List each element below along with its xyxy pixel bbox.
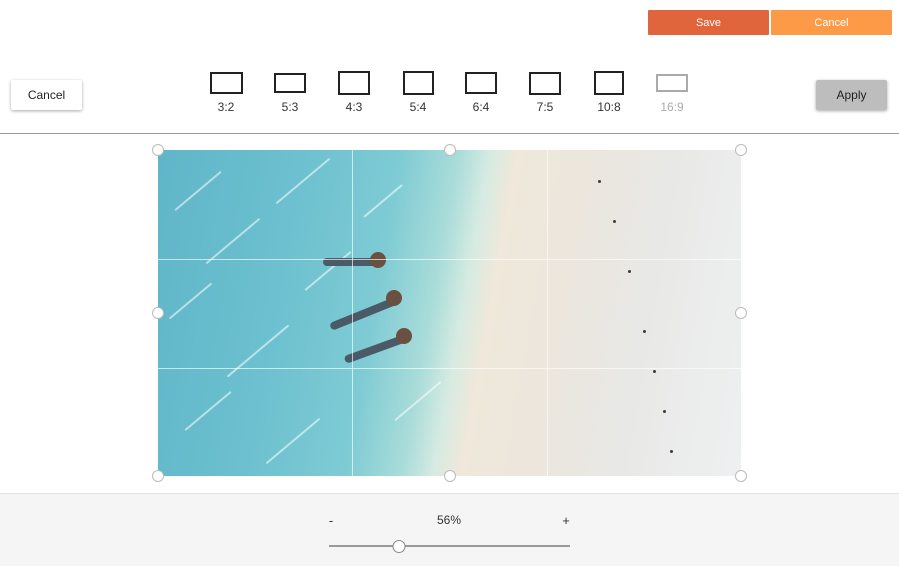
crop-handle-top-right[interactable] (735, 144, 747, 156)
zoom-slider-thumb[interactable] (392, 540, 406, 553)
cancel-crop-button[interactable]: Cancel (11, 80, 82, 110)
ratio-label: 3:2 (217, 100, 235, 114)
cancel-top-button[interactable]: Cancel (771, 10, 892, 35)
save-button[interactable]: Save (648, 10, 769, 35)
ratio-6-4-icon (465, 72, 497, 94)
ratio-label: 5:3 (281, 100, 299, 114)
ratio-option-5-3[interactable]: 5:3 (259, 68, 321, 118)
ratio-7-5-icon (529, 71, 561, 95)
crop-handle-bottom[interactable] (444, 470, 456, 482)
image-crop-editor: Save Cancel Cancel 3:2 5:3 4:3 5:4 6:4 7… (0, 0, 899, 566)
ratio-label: 5:4 (409, 100, 427, 114)
zoom-panel: - 56% + (0, 493, 899, 566)
apply-button[interactable]: Apply (816, 80, 887, 110)
zoom-in-button[interactable]: + (558, 513, 574, 528)
ratio-label: 10:8 (597, 100, 621, 114)
crop-handle-right[interactable] (735, 307, 747, 319)
grid-line-horizontal (158, 368, 741, 369)
ratio-5-4-icon (402, 71, 434, 95)
ratio-4-3-icon (338, 71, 370, 95)
grid-line-vertical (352, 150, 353, 476)
ratio-option-5-4[interactable]: 5:4 (387, 68, 449, 118)
grid-line-vertical (547, 150, 548, 476)
zoom-out-button[interactable]: - (323, 513, 339, 528)
ratio-option-3-2[interactable]: 3:2 (195, 68, 257, 118)
ratio-16-9-icon (656, 74, 688, 92)
ratio-label: 4:3 (345, 100, 363, 114)
ratio-5-3-icon (274, 73, 306, 93)
aspect-ratio-selector: 3:2 5:3 4:3 5:4 6:4 7:5 10:8 16:9 (195, 68, 705, 118)
ratio-option-10-8[interactable]: 10:8 (578, 68, 640, 118)
ratio-10-8-icon (594, 71, 624, 95)
ratio-option-7-5[interactable]: 7:5 (514, 68, 576, 118)
crop-handle-left[interactable] (152, 307, 164, 319)
toolbar-divider (0, 133, 899, 134)
ratio-label: 7:5 (536, 100, 554, 114)
crop-handle-bottom-right[interactable] (735, 470, 747, 482)
ratio-label: 16:9 (660, 100, 684, 114)
crop-handle-bottom-left[interactable] (152, 470, 164, 482)
ratio-label: 6:4 (472, 100, 490, 114)
ratio-3-2-icon (209, 72, 243, 94)
zoom-value: 56% (436, 513, 462, 527)
ratio-option-6-4[interactable]: 6:4 (450, 68, 512, 118)
zoom-slider-track[interactable] (329, 545, 570, 547)
grid-line-horizontal (158, 259, 741, 260)
crop-image[interactable] (158, 150, 741, 476)
crop-handle-top[interactable] (444, 144, 456, 156)
ratio-option-4-3[interactable]: 4:3 (323, 68, 385, 118)
ratio-option-16-9: 16:9 (641, 68, 703, 118)
crop-handle-top-left[interactable] (152, 144, 164, 156)
